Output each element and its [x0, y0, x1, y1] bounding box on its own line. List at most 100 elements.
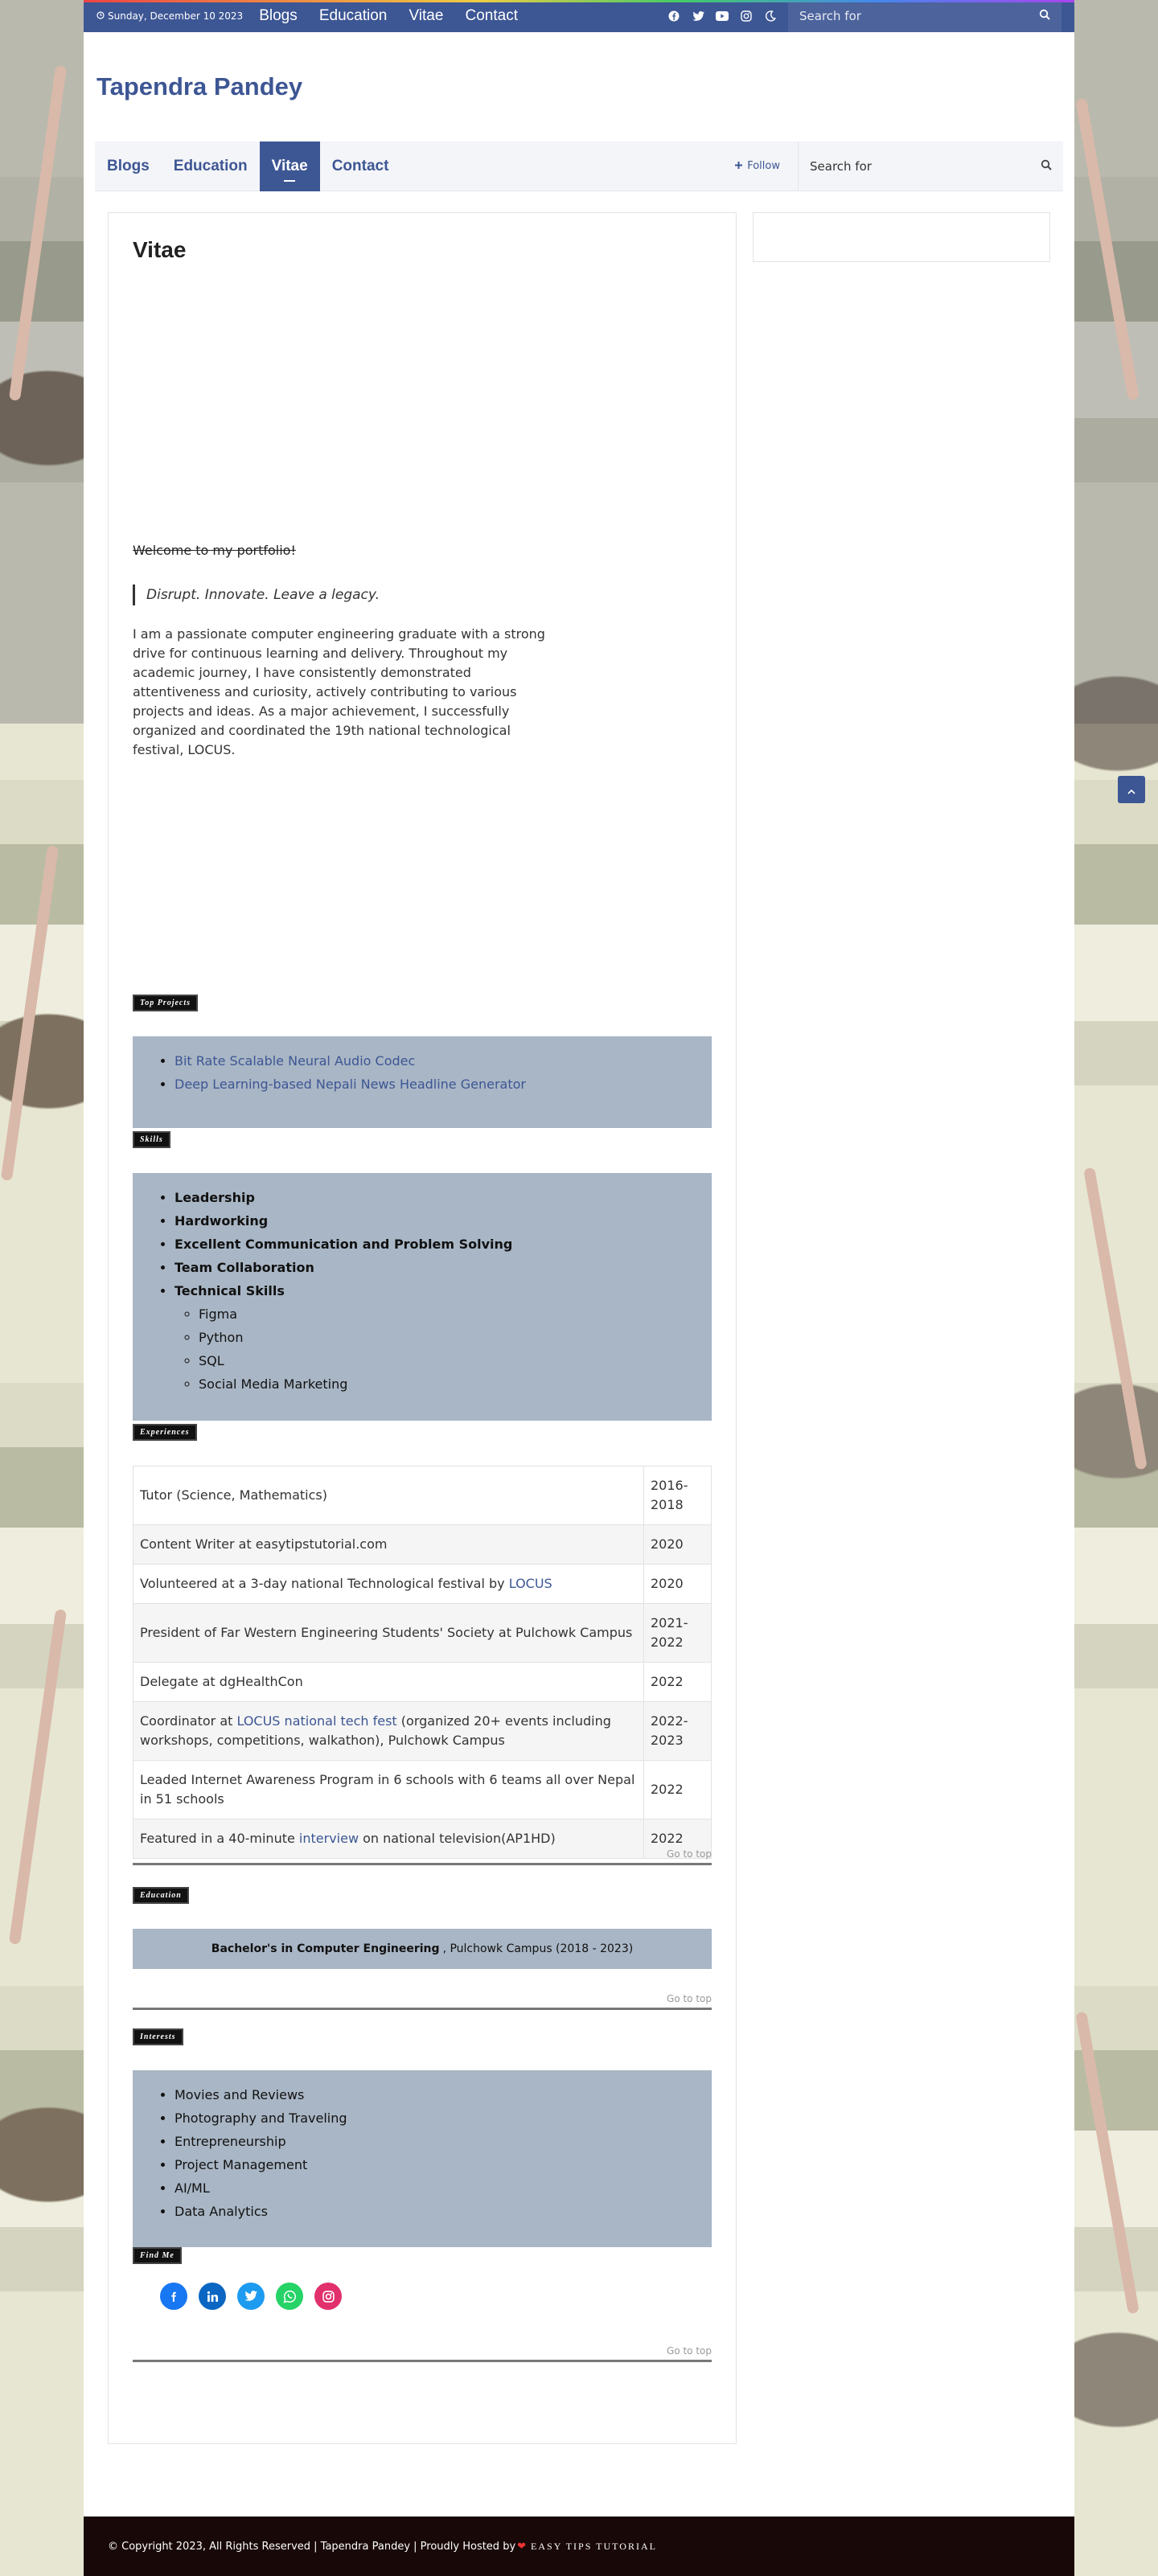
degree-detail: , Pulchowk Campus (2018 - 2023): [442, 1942, 634, 1955]
intro-paragraph: I am a passionate computer engineering g…: [133, 626, 545, 757]
main-nav-contact[interactable]: Contact: [320, 142, 401, 191]
list-item: Leadership: [175, 1186, 694, 1209]
list-item: Project Management: [175, 2153, 694, 2176]
top-search[interactable]: Search for: [788, 0, 1062, 32]
experience-link[interactable]: LOCUS national tech fest: [236, 1713, 396, 1729]
table-row: Volunteered at a 3-day national Technolo…: [133, 1564, 712, 1604]
experience-year: 2020: [643, 1564, 712, 1604]
list-item: Deep Learning-based Nepali News Headline…: [175, 1073, 694, 1096]
list-item: Bit Rate Scalable Neural Audio Codec: [175, 1049, 694, 1073]
moon-icon[interactable]: [764, 10, 777, 23]
experience-text: President of Far Western Engineering Stu…: [140, 1625, 633, 1640]
plus-icon: [735, 160, 743, 172]
twitter-icon[interactable]: [692, 10, 704, 23]
date-display: Sunday, December 10 2023: [96, 10, 243, 22]
projects-list: Bit Rate Scalable Neural Audio Codec Dee…: [175, 1049, 694, 1096]
skill-label: Leadership: [175, 1190, 255, 1205]
whatsapp-icon[interactable]: [276, 2283, 303, 2310]
sidebar-widget: [753, 212, 1050, 262]
host-link[interactable]: EASY TIPS TUTORIAL: [531, 2541, 657, 2553]
skills-box: Leadership Hardworking Excellent Communi…: [133, 1173, 712, 1421]
table-row: Coordinator at LOCUS national tech fest …: [133, 1701, 712, 1761]
project-link[interactable]: Deep Learning-based Nepali News Headline…: [175, 1077, 526, 1092]
table-row: Featured in a 40-minute interview on nat…: [133, 1819, 712, 1859]
list-item: Movies and Reviews: [175, 2083, 694, 2106]
background-tree: [8, 1609, 68, 1945]
table-row: Content Writer at easytipstutorial.com 20…: [133, 1524, 712, 1565]
go-to-top-link[interactable]: Go to top: [667, 1993, 712, 2004]
skill-label: Team Collaboration: [175, 1260, 314, 1275]
section-divider: [133, 2360, 712, 2362]
main-nav-blogs[interactable]: Blogs: [95, 142, 162, 191]
main-search-input[interactable]: Search for: [810, 159, 1041, 174]
experience-text: Leaded Internet Awareness Program in 6 s…: [140, 1772, 635, 1807]
youtube-icon[interactable]: [716, 10, 729, 23]
table-row: President of Far Western Engineering Stu…: [133, 1603, 712, 1663]
section-tag-education: Education: [133, 1887, 189, 1904]
experience-text: Coordinator at: [140, 1713, 237, 1729]
welcome-text: Welcome to my portfolio!: [133, 543, 296, 558]
top-nav-education[interactable]: Education: [319, 7, 388, 24]
copyright-text: © Copyright 2023, All Rights Reserved | …: [108, 2540, 516, 2553]
chevron-up-icon: [1127, 782, 1135, 798]
list-item: Entrepreneurship: [175, 2130, 694, 2153]
top-nav-vitae[interactable]: Vitae: [409, 7, 443, 24]
experience-text: Volunteered at a 3-day national Technolo…: [140, 1576, 509, 1591]
list-item: Photography and Traveling: [175, 2106, 694, 2130]
page-container: Sunday, December 10 2023 Blogs Education…: [84, 0, 1074, 2576]
experience-text: Delegate at dgHealthCon: [140, 1674, 303, 1689]
top-nav-blogs[interactable]: Blogs: [259, 7, 298, 24]
technical-skills-list: Figma Python SQL Social Media Marketing: [175, 1302, 694, 1396]
section-tag-experiences: Experiences: [133, 1424, 197, 1441]
top-search-input[interactable]: Search for: [799, 9, 1039, 23]
top-nav-contact[interactable]: Contact: [466, 7, 518, 24]
search-icon[interactable]: [1041, 159, 1052, 174]
main-nav-items: Blogs Education Vitae Contact: [95, 141, 401, 191]
table-row: Delegate at dgHealthCon 2022: [133, 1662, 712, 1702]
site-title[interactable]: Tapendra Pandey: [96, 72, 302, 101]
experience-year: 2016-2018: [643, 1466, 712, 1525]
experience-year: 2022: [643, 1760, 712, 1819]
section-tag-projects: Top Projects: [133, 995, 199, 1011]
experience-cell: Leaded Internet Awareness Program in 6 s…: [133, 1760, 644, 1819]
instagram-icon[interactable]: [740, 10, 753, 23]
site-header: Tapendra Pandey: [84, 32, 1074, 142]
section-divider: [133, 2008, 712, 2010]
education-box: Bachelor's in Computer Engineering , Pul…: [133, 1929, 712, 1969]
facebook-icon[interactable]: [667, 10, 680, 23]
list-item: Social Media Marketing: [199, 1372, 694, 1396]
experience-cell: Coordinator at LOCUS national tech fest …: [133, 1701, 644, 1761]
twitter-icon[interactable]: [237, 2283, 265, 2310]
degree-name: Bachelor's in Computer Engineering: [211, 1942, 440, 1955]
background-tree: [0, 845, 60, 1181]
main-search[interactable]: Search for: [798, 141, 1063, 191]
facebook-icon[interactable]: [160, 2283, 187, 2310]
main-nav: Blogs Education Vitae Contact Follow Sea…: [95, 141, 1063, 191]
list-item: Technical Skills Figma Python SQL Social…: [175, 1279, 694, 1396]
top-accent-stripe: [84, 0, 1074, 2]
experience-text: Content Writer at easytipstutorial.com: [140, 1536, 388, 1552]
experience-cell: Tutor (Science, Mathematics): [133, 1466, 644, 1525]
heart-icon: ❤: [517, 2540, 527, 2553]
experience-text: Tutor (Science, Mathematics): [140, 1487, 327, 1503]
skill-label: Excellent Communication and Problem Solv…: [175, 1237, 513, 1252]
project-link[interactable]: Bit Rate Scalable Neural Audio Codec: [175, 1053, 415, 1069]
follow-button[interactable]: Follow: [735, 160, 780, 172]
experience-cell: Volunteered at a 3-day national Technolo…: [133, 1564, 644, 1604]
section-tag-skills: Skills: [133, 1131, 170, 1148]
list-item: Data Analytics: [175, 2200, 694, 2223]
experience-link[interactable]: interview: [299, 1831, 359, 1846]
follow-label: Follow: [747, 160, 780, 172]
instagram-icon[interactable]: [314, 2283, 342, 2310]
experience-year: 2020: [643, 1524, 712, 1565]
experience-link[interactable]: LOCUS: [509, 1576, 552, 1591]
go-to-top-link[interactable]: Go to top: [667, 2345, 712, 2357]
go-to-top-link[interactable]: Go to top: [667, 1848, 712, 1860]
main-nav-education[interactable]: Education: [162, 142, 260, 191]
main-nav-vitae[interactable]: Vitae: [259, 141, 320, 191]
experience-cell: Featured in a 40-minute interview on nat…: [133, 1819, 644, 1859]
back-to-top-button[interactable]: [1118, 776, 1145, 803]
linkedin-icon[interactable]: [199, 2283, 226, 2310]
search-icon[interactable]: [1039, 9, 1050, 23]
page-title: Vitae: [133, 237, 187, 262]
